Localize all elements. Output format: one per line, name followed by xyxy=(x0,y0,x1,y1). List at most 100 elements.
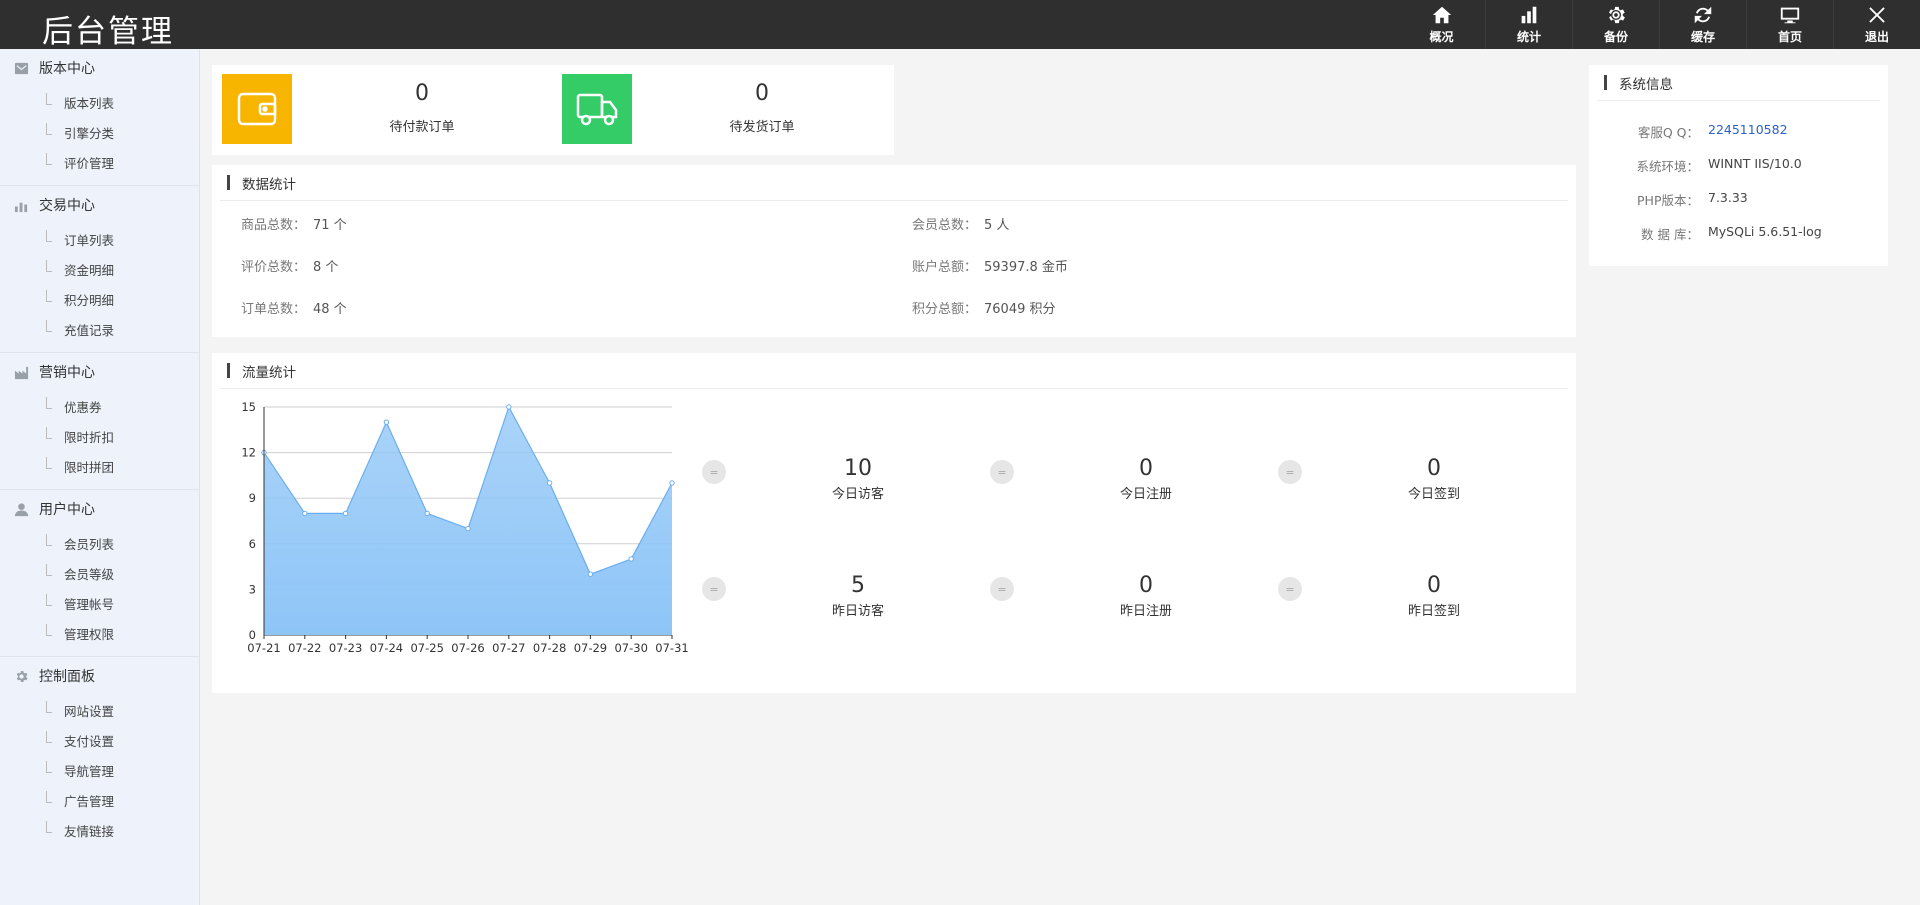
nav-label: 备份 xyxy=(1603,30,1628,44)
support-qq-link[interactable]: 2245110582 xyxy=(1708,122,1788,141)
group-label: 用户中心 xyxy=(39,502,95,518)
traffic-panel: 流量统计 0 3 6 9 12 15 07-21 07-22 07-23 07-24 07-25 07… xyxy=(212,353,1576,693)
nav-label: 退出 xyxy=(1864,30,1889,44)
stat-points-total: 积分总额： 76049 积分 xyxy=(912,298,1056,317)
group-label: 营销中心 xyxy=(39,365,95,381)
close-icon xyxy=(1869,7,1885,23)
pending-payment-label[interactable]: 待付款订单 xyxy=(352,116,492,135)
bar-chart-icon xyxy=(14,202,28,212)
metric-label: 今日注册 xyxy=(1119,487,1172,502)
item-label: 版本列表 xyxy=(64,95,115,111)
item-label: 网站设置 xyxy=(64,703,115,719)
title-marker xyxy=(1604,75,1607,90)
sidebar-item-member-list[interactable]: 会员列表 xyxy=(0,528,199,558)
nav-label: 首页 xyxy=(1777,30,1802,44)
sidebar-item-flash-discount[interactable]: 限时折扣 xyxy=(0,421,199,451)
item-label: 管理帐号 xyxy=(64,596,115,612)
eq-icon: = xyxy=(990,460,1014,484)
orders-panel: 0 待付款订单 0 待发货订单 xyxy=(212,65,894,155)
sidebar-group-title[interactable]: 营销中心 xyxy=(0,353,199,391)
sys-value: WINNT IIS/10.0 xyxy=(1708,156,1802,171)
tree-line xyxy=(46,701,52,713)
nav-cache[interactable]: 缓存 xyxy=(1659,0,1746,49)
mail-icon xyxy=(14,62,29,74)
item-label: 积分明细 xyxy=(64,292,115,308)
x-tick-label: 07-21 xyxy=(247,641,280,655)
group-label: 控制面板 xyxy=(39,669,95,685)
gear-icon xyxy=(1609,6,1625,24)
sidebar-item-points-details[interactable]: 积分明细 xyxy=(0,284,199,314)
sidebar-item-member-level[interactable]: 会员等级 xyxy=(0,558,199,588)
sidebar-item-order-list[interactable]: 订单列表 xyxy=(0,224,199,254)
nav-overview[interactable]: 概况 xyxy=(1398,0,1485,49)
item-label: 会员等级 xyxy=(64,566,115,582)
eq-icon: = xyxy=(702,577,726,601)
sidebar-item-nav-management[interactable]: 导航管理 xyxy=(0,755,199,785)
sidebar-group-users: 用户中心 会员列表 会员等级 管理帐号 管理权限 xyxy=(0,490,199,657)
metric-label: 今日访客 xyxy=(831,487,884,502)
item-label: 管理权限 xyxy=(64,626,115,642)
metric-value: 0 xyxy=(1139,456,1153,481)
sys-value: MySQLi 5.6.51-log xyxy=(1708,224,1822,239)
tree-line xyxy=(46,731,52,743)
monitor-icon xyxy=(1780,7,1800,24)
x-tick-label: 07-28 xyxy=(533,641,566,655)
pending-payment-count: 0 xyxy=(415,81,429,106)
x-tick-label: 07-31 xyxy=(655,641,688,655)
sys-row-php: PHP版本： 7.3.33 xyxy=(1589,190,1889,209)
sidebar-group-version: 版本中心 版本列表 引擎分类 评价管理 xyxy=(0,49,199,186)
sidebar-item-group-buy[interactable]: 限时拼团 xyxy=(0,451,199,481)
x-tick-label: 07-26 xyxy=(451,641,484,655)
data-point xyxy=(546,480,553,486)
x-tick-label: 07-27 xyxy=(492,641,525,655)
x-tick-label: 07-23 xyxy=(329,641,362,655)
sidebar-item-engine-category[interactable]: 引擎分类 xyxy=(0,117,199,147)
sidebar-item-ad-management[interactable]: 广告管理 xyxy=(0,785,199,815)
stat-value: 59397.8 金币 xyxy=(984,260,1068,275)
sidebar-group-title[interactable]: 交易中心 xyxy=(0,186,199,224)
nav-backup[interactable]: 备份 xyxy=(1572,0,1659,49)
data-stats-panel: 数据统计 商品总数： 71 个 会员总数： 5 人 评价总数： 8 个 账户总额： 59… xyxy=(212,165,1576,337)
data-point xyxy=(506,404,512,410)
sidebar-item-version-list[interactable]: 版本列表 xyxy=(0,87,199,117)
pending-shipment-tile[interactable] xyxy=(562,74,632,144)
sidebar-item-coupons[interactable]: 优惠券 xyxy=(0,391,199,421)
title-marker xyxy=(227,175,230,190)
group-label: 交易中心 xyxy=(39,198,95,214)
sys-key: PHP版本： xyxy=(1637,193,1699,208)
pending-shipment-count: 0 xyxy=(755,81,769,106)
sidebar-item-site-settings[interactable]: 网站设置 xyxy=(0,695,199,725)
sidebar-item-review-management[interactable]: 评价管理 xyxy=(0,147,199,177)
sidebar-group-title[interactable]: 控制面板 xyxy=(0,657,199,695)
nav-label: 概况 xyxy=(1429,30,1454,44)
stat-key: 积分总额： xyxy=(912,302,978,317)
metric-yesterday-registrations: 0 昨日注册 xyxy=(1036,573,1256,619)
x-tick-label: 07-29 xyxy=(574,641,607,655)
stat-review-total: 评价总数： 8 个 xyxy=(241,256,338,275)
sidebar-item-friend-links[interactable]: 友情链接 xyxy=(0,815,199,845)
y-tick-label: 15 xyxy=(241,400,256,414)
sidebar-group-title[interactable]: 版本中心 xyxy=(0,49,199,87)
pending-shipment-label[interactable]: 待发货订单 xyxy=(692,116,832,135)
stat-key: 商品总数： xyxy=(241,218,307,233)
sidebar-item-admin-permissions[interactable]: 管理权限 xyxy=(0,618,199,648)
sys-key: 系统环境： xyxy=(1636,159,1699,174)
item-label: 限时拼团 xyxy=(64,459,115,475)
sidebar-group-title[interactable]: 用户中心 xyxy=(0,490,199,528)
nav-homepage[interactable]: 首页 xyxy=(1746,0,1833,49)
wallet-icon xyxy=(237,92,277,126)
nav-stats[interactable]: 统计 xyxy=(1485,0,1572,49)
nav-logout[interactable]: 退出 xyxy=(1833,0,1920,49)
tree-line xyxy=(46,230,52,242)
traffic-header: 流量统计 xyxy=(220,353,1568,389)
tree-line xyxy=(46,791,52,803)
metric-value: 10 xyxy=(844,456,872,481)
sidebar-item-admin-accounts[interactable]: 管理帐号 xyxy=(0,588,199,618)
sidebar-item-recharge-records[interactable]: 充值记录 xyxy=(0,314,199,344)
sidebar-item-fund-details[interactable]: 资金明细 xyxy=(0,254,199,284)
pending-payment-tile[interactable] xyxy=(222,74,292,144)
stat-key: 账户总额： xyxy=(912,260,978,275)
data-point xyxy=(383,419,390,425)
sidebar-item-payment-settings[interactable]: 支付设置 xyxy=(0,725,199,755)
data-point xyxy=(628,556,634,562)
